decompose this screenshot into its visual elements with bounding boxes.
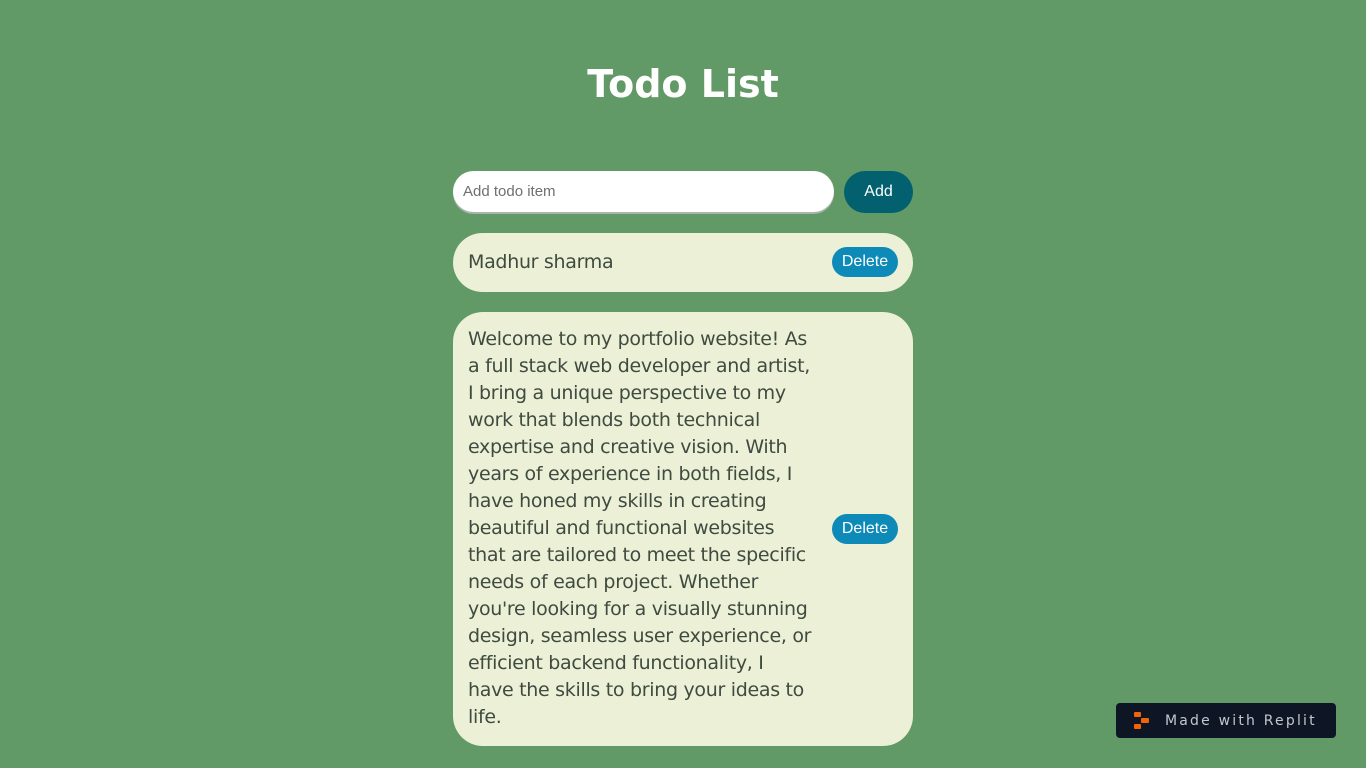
page-title: Todo List: [587, 62, 779, 106]
todo-text: Welcome to my portfolio website! As a fu…: [468, 328, 812, 728]
todo-item: Welcome to my portfolio website! As a fu…: [453, 312, 913, 746]
badge-label: Made with Replit: [1165, 712, 1317, 729]
todo-list: Madhur sharma Delete Welcome to my portf…: [453, 233, 913, 766]
delete-button[interactable]: Delete: [832, 513, 898, 544]
replit-logo-icon: [1134, 712, 1149, 729]
made-with-replit-badge[interactable]: Made with Replit: [1116, 703, 1336, 738]
todo-text: Madhur sharma: [468, 250, 614, 273]
add-todo-form: Add: [453, 171, 913, 213]
todo-input[interactable]: [453, 171, 834, 212]
delete-button[interactable]: Delete: [832, 247, 898, 277]
add-button[interactable]: Add: [844, 171, 913, 213]
todo-item: Madhur sharma Delete: [453, 233, 913, 292]
